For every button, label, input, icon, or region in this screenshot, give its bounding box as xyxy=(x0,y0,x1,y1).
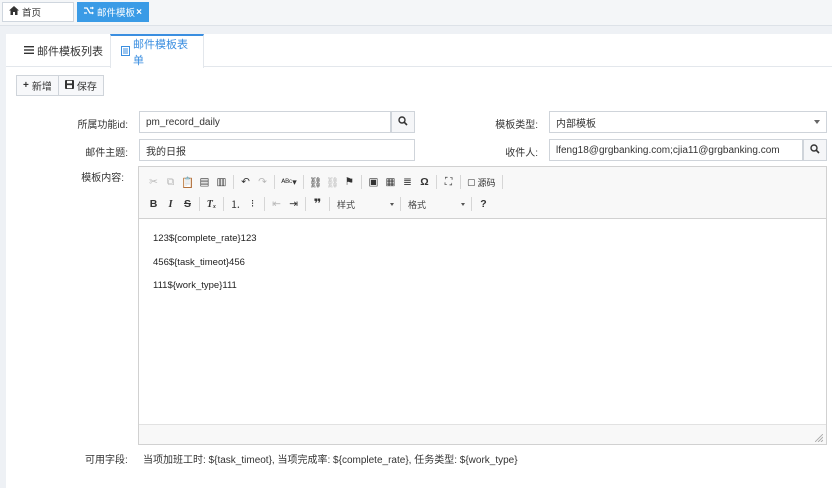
toolbar-separator xyxy=(305,197,306,211)
plus-icon: + xyxy=(23,80,29,91)
toolbar-separator xyxy=(400,197,401,211)
function-id-search-button[interactable] xyxy=(391,111,415,133)
toolbar-separator xyxy=(460,175,461,189)
chevron-down-icon xyxy=(390,202,394,206)
add-button[interactable]: + 新增 xyxy=(16,75,59,96)
function-id-input[interactable]: pm_record_daily xyxy=(139,111,391,133)
main-panel: 邮件模板列表 邮件模板表单 + 新增 保存 所属功能id: pm_record_… xyxy=(6,34,832,488)
remove-format-icon[interactable]: Tₓ xyxy=(203,196,220,213)
format-combo[interactable]: 格式 xyxy=(404,196,468,213)
source-button[interactable]: ▢ 源码 xyxy=(464,174,499,191)
top-tab-bar: 首页 邮件模板 × xyxy=(0,0,832,26)
function-id-label: 所属功能id: xyxy=(77,120,128,131)
source-icon: ▢ xyxy=(467,176,476,187)
content-line: 111${work_type}111 xyxy=(153,280,237,291)
home-icon xyxy=(9,6,19,18)
tab-mail-template-label: 邮件模板 xyxy=(97,8,136,19)
rich-text-editor: ✂ ⧉ 📋 ▤ ▥ ↶ ↷ ᴬᴮᶜ▾ ⛓ ⛓ ⚑ ▣ ▦ ≣ Ω ⛶ ▢ 源码 … xyxy=(138,166,827,445)
horizontal-rule-icon[interactable]: ≣ xyxy=(399,174,416,191)
content-line: 456${task_timeot}456 xyxy=(153,256,245,268)
recipients-label: 收件人: xyxy=(505,148,538,159)
redo-icon[interactable]: ↷ xyxy=(254,174,271,191)
toolbar-separator xyxy=(501,175,503,189)
outdent-icon[interactable]: ⇤ xyxy=(268,196,285,213)
maximize-icon[interactable]: ⛶ xyxy=(440,174,457,191)
recipients-input[interactable]: lfeng18@grgbanking.com;cjia11@grgbanking… xyxy=(549,139,803,161)
toolbar-separator xyxy=(361,175,362,189)
indent-icon[interactable]: ⇥ xyxy=(285,196,302,213)
toolbar-separator xyxy=(303,175,304,189)
list-icon xyxy=(24,45,34,57)
shuffle-icon xyxy=(84,6,94,18)
toolbar-separator xyxy=(471,197,472,211)
action-toolbar: + 新增 保存 xyxy=(16,75,104,96)
tab-template-list-label: 邮件模板列表 xyxy=(37,45,103,58)
tab-home-label: 首页 xyxy=(22,8,42,19)
subject-input[interactable]: 我的日报 xyxy=(139,139,415,161)
toolbar-separator xyxy=(274,175,275,189)
form-icon xyxy=(121,45,130,59)
template-type-value: 内部模板 xyxy=(556,118,596,130)
content-label: 模板内容: xyxy=(81,173,124,184)
style-combo[interactable]: 样式 xyxy=(333,196,397,213)
toolbar-separator xyxy=(329,197,330,211)
numbered-list-icon[interactable]: ⒈ xyxy=(227,196,244,213)
save-icon xyxy=(64,79,74,92)
toolbar-separator xyxy=(264,197,265,211)
template-type-label: 模板类型: xyxy=(495,120,538,131)
copy-icon[interactable]: ⧉ xyxy=(162,174,179,191)
add-button-label: 新增 xyxy=(31,82,52,93)
available-fields-label: 可用字段: xyxy=(85,455,128,466)
resize-grip-icon[interactable] xyxy=(814,433,824,443)
editor-toolbar-row-1: ✂ ⧉ 📋 ▤ ▥ ↶ ↷ ᴬᴮᶜ▾ ⛓ ⛓ ⚑ ▣ ▦ ≣ Ω ⛶ ▢ 源码 xyxy=(145,172,506,192)
editor-footer xyxy=(139,424,826,444)
special-char-icon[interactable]: Ω xyxy=(416,174,433,191)
save-button-label: 保存 xyxy=(76,82,97,93)
close-icon[interactable]: × xyxy=(136,7,142,18)
tab-template-list[interactable]: 邮件模板列表 xyxy=(14,34,113,67)
sub-tab-bar: 邮件模板列表 邮件模板表单 xyxy=(6,34,832,68)
save-button[interactable]: 保存 xyxy=(58,75,104,96)
available-fields-text: 当项加班工时: ${task_timeot}, 当项完成率: ${complet… xyxy=(143,455,518,466)
paste-icon[interactable]: 📋 xyxy=(179,174,196,191)
anchor-flag-icon[interactable]: ⚑ xyxy=(341,174,358,191)
toolbar-separator xyxy=(436,175,437,189)
tab-template-form-label: 邮件模板表单 xyxy=(133,39,188,67)
italic-icon[interactable]: I xyxy=(162,196,179,213)
source-label: 源码 xyxy=(477,177,496,188)
table-icon[interactable]: ▦ xyxy=(382,174,399,191)
search-icon xyxy=(810,143,820,157)
bold-icon[interactable]: B xyxy=(145,196,162,213)
editor-toolbar-row-2: B I S Tₓ ⒈ ⁝ ⇤ ⇥ ❞ 样式 格式 ? xyxy=(145,194,492,214)
tab-template-form[interactable]: 邮件模板表单 xyxy=(110,34,204,68)
strikethrough-icon[interactable]: S xyxy=(179,196,196,213)
recipients-search-button[interactable] xyxy=(803,139,827,161)
template-type-select[interactable]: 内部模板 xyxy=(549,111,827,133)
link-icon[interactable]: ⛓ xyxy=(307,174,324,191)
unlink-icon[interactable]: ⛓ xyxy=(324,174,341,191)
paste-word-icon[interactable]: ▥ xyxy=(213,174,230,191)
spellcheck-icon[interactable]: ᴬᴮᶜ▾ xyxy=(278,174,300,191)
chevron-down-icon xyxy=(814,120,820,124)
blockquote-icon[interactable]: ❞ xyxy=(309,196,326,213)
editor-content[interactable]: 123${complete_rate}123 456${task_timeot}… xyxy=(153,233,257,304)
subject-label: 邮件主题: xyxy=(85,148,128,159)
bulleted-list-icon[interactable]: ⁝ xyxy=(244,196,261,213)
tab-mail-template[interactable]: 邮件模板 × xyxy=(77,2,149,22)
image-icon[interactable]: ▣ xyxy=(365,174,382,191)
help-icon[interactable]: ? xyxy=(475,196,492,213)
paste-text-icon[interactable]: ▤ xyxy=(196,174,213,191)
toolbar-separator xyxy=(223,197,224,211)
search-icon xyxy=(398,115,408,129)
style-combo-label: 样式 xyxy=(337,199,356,210)
toolbar-separator xyxy=(233,175,234,189)
chevron-down-icon xyxy=(461,202,465,206)
editor-toolbar: ✂ ⧉ 📋 ▤ ▥ ↶ ↷ ᴬᴮᶜ▾ ⛓ ⛓ ⚑ ▣ ▦ ≣ Ω ⛶ ▢ 源码 … xyxy=(139,167,826,219)
format-combo-label: 格式 xyxy=(408,199,427,210)
undo-icon[interactable]: ↶ xyxy=(237,174,254,191)
toolbar-separator xyxy=(199,197,200,211)
content-line: 123${complete_rate}123 xyxy=(153,233,257,244)
tab-home[interactable]: 首页 xyxy=(2,2,74,22)
cut-icon[interactable]: ✂ xyxy=(145,174,162,191)
